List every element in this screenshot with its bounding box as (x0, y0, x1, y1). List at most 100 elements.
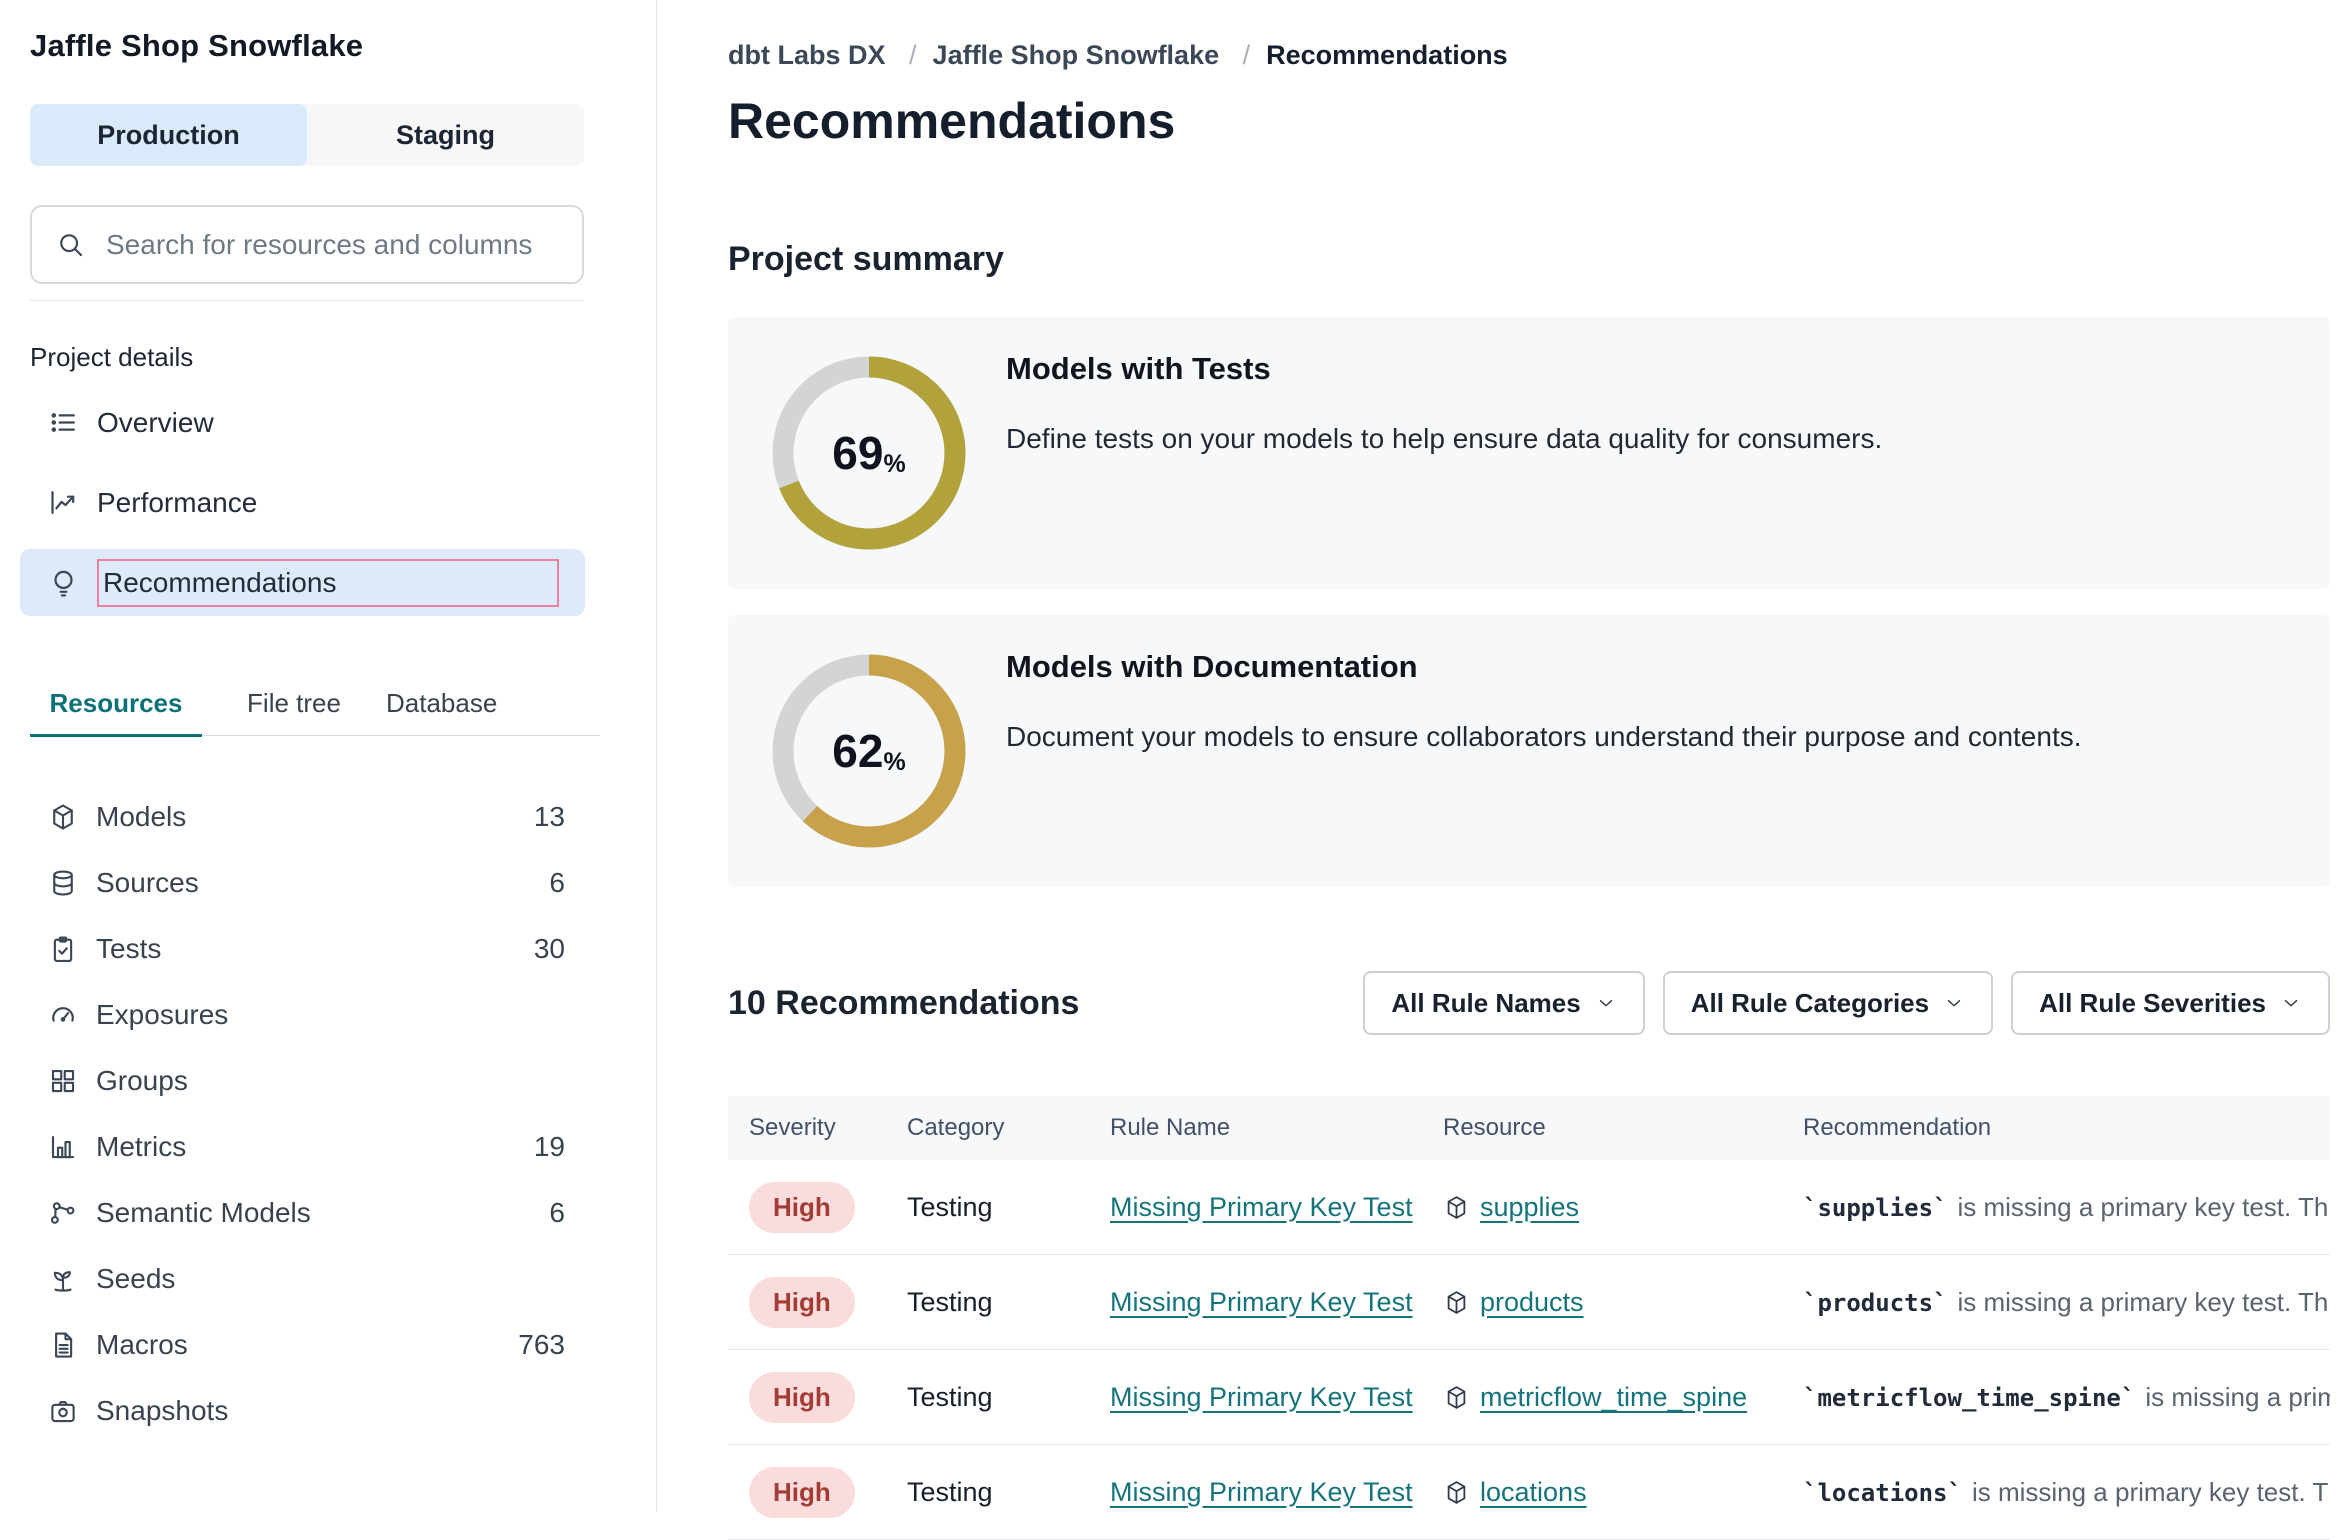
sidebar-nav-item[interactable]: Recommendations (20, 549, 585, 616)
summary-card: 69 % Models with Tests Define tests on y… (728, 317, 2330, 589)
environment-tab[interactable]: Staging (307, 104, 584, 166)
resource-item-label: Exposures (96, 999, 228, 1031)
environment-tab-label: Staging (396, 120, 495, 151)
rule-name-link[interactable]: Missing Primary Key Test (1110, 1287, 1443, 1318)
breadcrumb-link[interactable]: dbt Labs DX (728, 40, 886, 70)
category-cell: Testing (907, 1382, 1110, 1413)
sidebar-nav-item[interactable]: Overview (20, 389, 585, 456)
recommendations-heading: 10 Recommendations (728, 984, 1079, 1023)
filter-dropdown[interactable]: All Rule Severities (2011, 971, 2330, 1035)
sidebar-nav-item[interactable]: Performance (20, 469, 585, 536)
resource-item-icon (48, 1330, 78, 1360)
resource-list-item[interactable]: Models 13 (20, 784, 565, 850)
table-row: High Testing Missing Primary Key Test pr… (728, 1255, 2330, 1350)
resource-item-icon (48, 1132, 78, 1162)
cube-icon (1443, 1194, 1470, 1221)
recommendation-cell: `products`is missing a primary key test.… (1803, 1287, 2330, 1318)
cube-icon (1443, 1479, 1470, 1506)
severity-badge: High (749, 1277, 855, 1328)
sidebar: Jaffle Shop Snowflake Production Staging… (0, 0, 657, 1512)
resource-tab[interactable]: File tree (202, 672, 386, 735)
severity-cell: High (749, 1467, 907, 1518)
resource-list-item[interactable]: Metrics 19 (20, 1114, 565, 1180)
resource-item-count: 6 (549, 1197, 565, 1229)
resource-list-item[interactable]: Exposures (20, 982, 565, 1048)
resource-item-icon (48, 868, 78, 898)
rule-name-link[interactable]: Missing Primary Key Test (1110, 1477, 1443, 1508)
card-text: Models with Documentation Document your … (1006, 649, 2122, 753)
resource-tabs: Resources File tree Database (30, 672, 600, 736)
resource-list-item[interactable]: Seeds (20, 1246, 565, 1312)
severity-badge: High (749, 1467, 855, 1518)
chevron-down-icon (1943, 992, 1965, 1014)
recommendation-code: `metricflow_time_spine` (1803, 1384, 2135, 1412)
resource-link[interactable]: supplies (1480, 1192, 1579, 1223)
filter-dropdown-label: All Rule Severities (2039, 988, 2266, 1019)
resource-link[interactable]: products (1480, 1287, 1584, 1318)
nav-item-label: Overview (97, 407, 214, 439)
recommendation-code: `locations` (1803, 1479, 1962, 1507)
recommendations-header: 10 Recommendations All Rule Names All Ru… (728, 970, 2330, 1036)
breadcrumb-link[interactable]: Jaffle Shop Snowflake (933, 40, 1220, 70)
filters: All Rule Names All Rule Categories All R… (1363, 971, 2330, 1035)
table-row: High Testing Missing Primary Key Test su… (728, 1160, 2330, 1255)
resource-list-item[interactable]: Semantic Models 6 (20, 1180, 565, 1246)
resource-tab[interactable]: Resources (30, 672, 202, 735)
category-cell: Testing (907, 1477, 1110, 1508)
search-input[interactable] (106, 229, 582, 261)
breadcrumb-link[interactable]: Recommendations (1266, 40, 1508, 70)
table-row: High Testing Missing Primary Key Test me… (728, 1350, 2330, 1445)
recommendations-table: Severity Category Rule Name Resource Rec… (728, 1096, 2330, 1540)
resource-link[interactable]: metricflow_time_spine (1480, 1382, 1747, 1413)
recommendation-text: is missing a primary key test. This tes (1972, 1477, 2330, 1507)
recommendation-cell: `supplies`is missing a primary key test.… (1803, 1192, 2330, 1223)
recommendation-text: is missing a primary key test. This test (1958, 1287, 2331, 1317)
filter-dropdown[interactable]: All Rule Names (1363, 971, 1644, 1035)
resource-list-item[interactable]: Macros 763 (20, 1312, 565, 1378)
donut-chart: 62 % (772, 654, 966, 848)
project-details-label: Project details (30, 342, 193, 373)
severity-cell: High (749, 1277, 907, 1328)
resource-link[interactable]: locations (1480, 1477, 1587, 1508)
card-text: Models with Tests Define tests on your m… (1006, 351, 1922, 455)
resource-list-item[interactable]: Snapshots (20, 1378, 565, 1444)
rule-name-link[interactable]: Missing Primary Key Test (1110, 1382, 1443, 1413)
cube-icon (1443, 1384, 1470, 1411)
breadcrumb-separator: / (909, 40, 917, 70)
resource-item-label: Sources (96, 867, 199, 899)
resource-list-item[interactable]: Sources 6 (20, 850, 565, 916)
sidebar-search[interactable] (30, 205, 584, 284)
severity-badge: High (749, 1372, 855, 1423)
breadcrumb: dbt Labs DX / Jaffle Shop Snowflake / Re… (728, 40, 1540, 71)
severity-cell: High (749, 1182, 907, 1233)
resource-item-count: 30 (534, 933, 565, 965)
recommendation-code: `supplies` (1803, 1194, 1948, 1222)
resource-tab-label: Database (386, 688, 497, 719)
resource-list-item[interactable]: Groups (20, 1048, 565, 1114)
main-content: dbt Labs DX / Jaffle Shop Snowflake / Re… (657, 0, 2344, 1512)
resource-item-icon (48, 1198, 78, 1228)
severity-badge: High (749, 1182, 855, 1233)
percent-value: 62 (832, 724, 883, 778)
filter-dropdown-label: All Rule Categories (1691, 988, 1929, 1019)
environment-tab-label: Production (97, 120, 240, 151)
resource-item-icon (48, 934, 78, 964)
percent-sign: % (883, 450, 905, 479)
table-row: High Testing Missing Primary Key Test lo… (728, 1445, 2330, 1540)
resource-list-item[interactable]: Tests 30 (20, 916, 565, 982)
card-title: Models with Tests (1006, 351, 1882, 387)
table-column-header: Rule Name (1110, 1114, 1443, 1142)
card-description: Define tests on your models to help ensu… (1006, 423, 1882, 455)
rule-name-link[interactable]: Missing Primary Key Test (1110, 1192, 1443, 1223)
table-column-header: Severity (749, 1114, 907, 1142)
breadcrumb-separator: / (1243, 40, 1251, 70)
resource-item-icon (48, 1000, 78, 1030)
environment-tab[interactable]: Production (30, 104, 307, 166)
nav-item-icon (48, 487, 79, 518)
resource-tab[interactable]: Database (386, 672, 497, 735)
card-title: Models with Documentation (1006, 649, 2082, 685)
card-description: Document your models to ensure collabora… (1006, 721, 2082, 753)
filter-dropdown[interactable]: All Rule Categories (1663, 971, 1993, 1035)
nav-item-label: Performance (97, 487, 257, 519)
recommendation-cell: `metricflow_time_spine`is missing a prim… (1803, 1382, 2330, 1413)
